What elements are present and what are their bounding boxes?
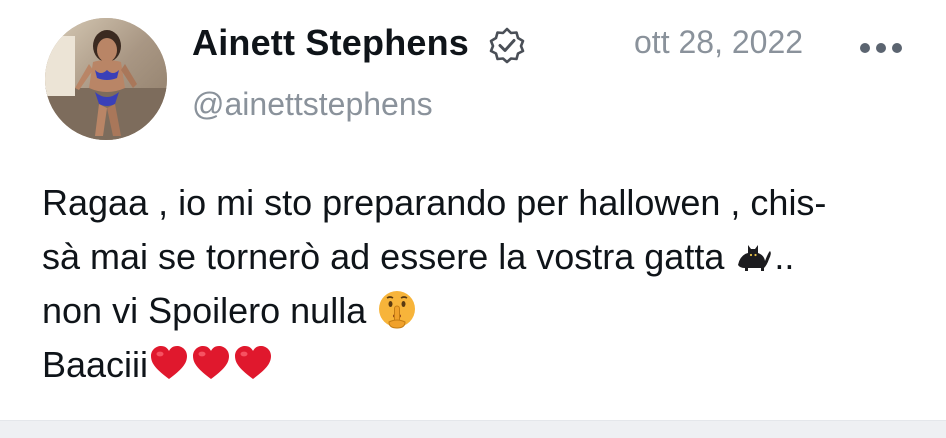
post-text-segment: .. <box>774 236 795 277</box>
avatar-image <box>45 18 167 140</box>
red-heart-emoji <box>190 343 232 383</box>
shushing-face-emoji <box>376 288 418 330</box>
black-cat-emoji <box>734 235 774 275</box>
red-heart-emoji <box>232 343 274 383</box>
post-text-line: Ragaa , io mi sto preparando per hallowe… <box>42 182 827 223</box>
post-text-line: sà mai se tornerò ad essere la vostra ga… <box>42 230 922 284</box>
post-divider-bar <box>0 420 946 438</box>
post-card: Ainett Stephens @ainettstephens ott 28, … <box>0 0 946 420</box>
post-text-line: Baaciii <box>42 338 922 392</box>
author-handle[interactable]: @ainettstephens <box>192 86 433 123</box>
post-text-segment: sà mai se tornerò ad essere la vostra ga… <box>42 236 725 277</box>
more-horizontal-icon <box>860 43 902 53</box>
post-text-segment: non vi Spoilero nulla <box>42 290 367 331</box>
post-timestamp[interactable]: ott 28, 2022 <box>634 24 803 61</box>
post-text-segment: Baaciii <box>42 344 149 385</box>
red-heart-emoji <box>148 343 190 383</box>
post-body: Ragaa , io mi sto preparando per hallowe… <box>42 176 922 392</box>
more-options-button[interactable] <box>858 38 904 58</box>
avatar[interactable] <box>45 18 167 140</box>
verified-badge-icon <box>489 27 525 64</box>
post-text-line: non vi Spoilero nulla <box>42 284 922 338</box>
author-display-name[interactable]: Ainett Stephens <box>192 22 469 64</box>
